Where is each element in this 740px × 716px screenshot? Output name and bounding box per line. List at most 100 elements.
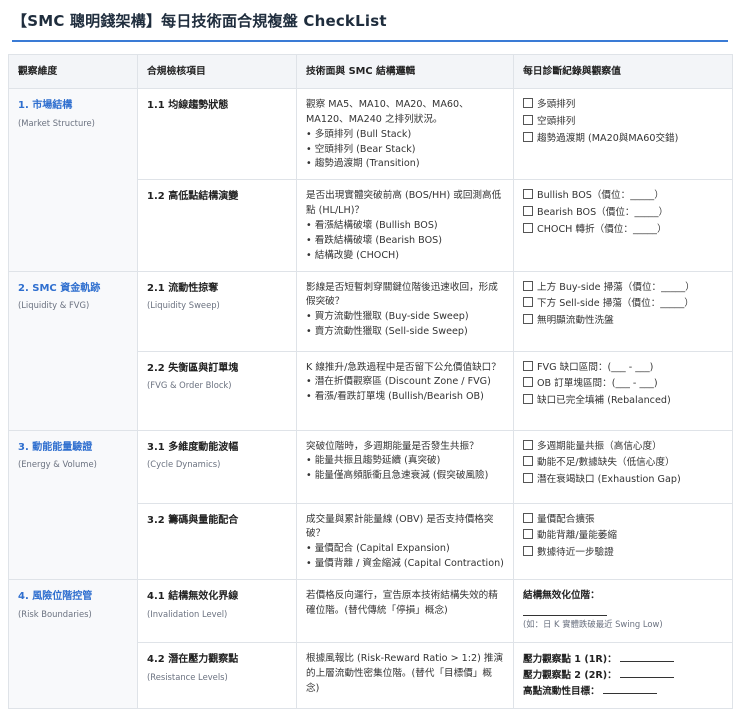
checkbox-icon[interactable] (523, 360, 533, 371)
observation-cell: 結構無效化位階： (如：日 K 實體跌破最近 Swing Low) (513, 579, 733, 644)
logic-bullet: • 量價背離 / 資金縮減 (Capital Contraction) (306, 558, 504, 570)
checkbox-item[interactable]: Bullish BOS（價位：_____） (523, 189, 723, 204)
resistance-input-line[interactable] (620, 652, 675, 663)
logic-text: 觀察 MA5、MA10、MA20、MA60、MA120、MA240 之排列狀況。 (306, 99, 469, 125)
checkbox-label: 多週期能量共振（高信心度） (537, 440, 662, 452)
item-title: 4.1 結構無效化界線 (147, 591, 239, 603)
observation-cell: 上方 Buy-side 掃蕩（價位：_____） 下方 Sell-side 掃蕩… (513, 270, 733, 352)
logic-bullet: • 能量共振且趨勢延續 (真突破) (306, 455, 441, 467)
checkbox-label: OB 訂單塊區間：(___ - ___) (537, 378, 658, 390)
checkbox-icon[interactable] (523, 314, 533, 325)
checkbox-label: 多頭排列 (537, 99, 576, 110)
dimension-subtitle: (Risk Boundaries) (18, 608, 92, 619)
logic-text: 突破位階時，多週期能量是否發生共振？ (306, 440, 479, 452)
checklist-table: 觀察維度 合規檢核項目 技術面與 SMC 結構邏輯 每日診斷紀錄與觀察值 1. … (8, 54, 733, 710)
checkbox-item[interactable]: 趨勢過渡期 (MA20與MA60交錯) (523, 131, 723, 147)
checkbox-icon[interactable] (523, 297, 533, 308)
checkbox-icon[interactable] (523, 512, 533, 523)
checkbox-icon[interactable] (523, 114, 533, 125)
item-subtitle: (FVG & Order Block) (147, 380, 232, 391)
checkbox-label: Bullish BOS（價位：_____） (537, 190, 664, 202)
dimension-cell: 4. 風險位階控管 (Risk Boundaries) (8, 579, 138, 710)
checkbox-item[interactable]: OB 訂單塊區間：(___ - ___) (523, 377, 723, 392)
observation-cell: 多頭排列 空頭排列 趨勢過渡期 (MA20與MA60交錯) (513, 87, 733, 181)
checkbox-icon[interactable] (523, 377, 533, 388)
resistance-label: 高點流動性目標： (523, 685, 600, 697)
checkbox-item[interactable]: 上方 Buy-side 掃蕩（價位：_____） (523, 280, 723, 296)
invalidation-label: 結構無效化位階： (523, 590, 600, 602)
checkbox-label: 數據待近一步驗證 (537, 547, 614, 559)
item-subtitle: (Invalidation Level) (147, 608, 228, 619)
checkbox-item[interactable]: 空頭排列 (523, 114, 723, 130)
checkbox-icon[interactable] (523, 280, 533, 291)
resistance-line: 高點流動性目標： (523, 684, 723, 700)
dimension-cell: 2. SMC 資金軌跡 (Liquidity & FVG) (8, 270, 138, 431)
checkbox-label: 上方 Buy-side 掃蕩（價位：_____） (537, 281, 695, 293)
table-row: 1. 市場結構 (Market Structure) 1.1 均線趨勢狀態 觀察… (8, 87, 733, 272)
logic-cell: 是否出現實體突破前高 (BOS/HH) 或回測高低點 (HL/LH)？ • 看漲… (296, 179, 514, 272)
checkbox-item[interactable]: 潛在衰竭缺口 (Exhaustion Gap) (523, 473, 723, 488)
checkbox-item[interactable]: 動能不足/數據缺失（低信心度） (523, 456, 723, 471)
checkbox-icon[interactable] (523, 131, 533, 142)
logic-bullet: • 賣方流動性獵取 (Sell-side Sweep) (306, 326, 468, 338)
checkbox-label: 動能不足/數據缺失（低信心度） (537, 457, 675, 469)
checkbox-item[interactable]: 無明顯流動性洗盤 (523, 314, 723, 329)
logic-cell: 成交量與累計能量線 (OBV) 是否支持價格突破？ • 量價配合 (Capita… (296, 502, 514, 581)
checkbox-icon[interactable] (523, 439, 533, 450)
checkbox-item[interactable]: Bearish BOS（價位：_____） (523, 206, 723, 221)
checkbox-icon[interactable] (523, 546, 533, 557)
dimension-subtitle: (Liquidity & FVG) (18, 300, 90, 311)
checkbox-item[interactable]: 缺口已完全填補 (Rebalanced) (523, 394, 723, 409)
checkbox-icon[interactable] (523, 189, 533, 200)
logic-text: 若價格反向運行，宣告原本技術結構失效的精確位階。(替代傳統「停損」概念) (306, 590, 498, 616)
checkbox-item[interactable]: FVG 缺口區間：(___ - ___) (523, 360, 723, 376)
checkbox-icon[interactable] (523, 456, 533, 467)
resistance-line: 壓力觀察點 2 (2R)： (523, 668, 723, 684)
checkbox-item[interactable]: 多週期能量共振（高信心度） (523, 439, 723, 455)
logic-bullet: • 看漲/看跌訂單塊 (Bullish/Bearish OB) (306, 391, 484, 403)
item-title: 3.2 籌碼與量能配合 (147, 514, 239, 526)
item-cell: 4.2 潛在壓力觀察點 (Resistance Levels) (137, 642, 297, 710)
checkbox-icon[interactable] (523, 473, 533, 484)
checkbox-icon[interactable] (523, 223, 533, 234)
checkbox-label: 動能背離/量能萎縮 (537, 530, 617, 542)
checkbox-item[interactable]: 數據待近一步驗證 (523, 546, 723, 561)
checkbox-item[interactable]: 量價配合擴張 (523, 512, 723, 528)
item-title: 1.1 均線趨勢狀態 (147, 100, 229, 111)
observation-cell: FVG 缺口區間：(___ - ___) OB 訂單塊區間：(___ - ___… (513, 350, 733, 431)
item-subtitle: (Liquidity Sweep) (147, 300, 220, 311)
checkbox-item[interactable]: 多頭排列 (523, 98, 723, 113)
logic-bullet: • 能量僅高頻脈衝且急速衰減 (假突破風險) (306, 470, 489, 482)
logic-text: K 線推升/急跌過程中是否留下公允價值缺口？ (306, 361, 501, 373)
item-title: 4.2 潛在壓力觀察點 (147, 654, 239, 666)
checkbox-icon[interactable] (523, 206, 533, 217)
item-cell: 2.2 失衡區與訂單塊 (FVG & Order Block) (137, 350, 297, 431)
invalidation-input-line[interactable] (523, 604, 607, 616)
header-check-item: 合規檢核項目 (137, 54, 297, 89)
checkbox-item[interactable]: CHOCH 轉折（價位：_____） (523, 223, 723, 238)
dimension-title: 1. 市場結構 (18, 100, 73, 111)
checkbox-icon[interactable] (523, 529, 533, 540)
dimension-title: 3. 動能能量驗證 (18, 441, 93, 453)
checkbox-label: CHOCH 轉折（價位：_____） (537, 224, 667, 236)
checkbox-icon[interactable] (523, 98, 533, 108)
checkbox-icon[interactable] (523, 394, 533, 405)
checkbox-item[interactable]: 動能背離/量能萎縮 (523, 529, 723, 544)
dimension-title: 2. SMC 資金軌跡 (18, 282, 101, 294)
checkbox-label: FVG 缺口區間：(___ - ___) (537, 361, 654, 373)
resistance-label: 壓力觀察點 2 (2R)： (523, 669, 617, 681)
logic-text: 成交量與累計能量線 (OBV) 是否支持價格突破？ (306, 513, 494, 540)
item-cell: 2.1 流動性掠奪 (Liquidity Sweep) (137, 270, 297, 352)
checkbox-item[interactable]: 下方 Sell-side 掃蕩（價位：_____） (523, 297, 723, 312)
checkbox-label: 潛在衰竭缺口 (Exhaustion Gap) (537, 474, 681, 486)
item-subtitle: (Cycle Dynamics) (147, 459, 221, 470)
table-row: 3. 動能能量驗證 (Energy & Volume) 3.1 多維度動能波幅 … (8, 429, 733, 581)
resistance-input-line[interactable] (620, 668, 675, 678)
logic-bullet: • 潛在折價觀察區 (Discount Zone / FVG) (306, 376, 491, 388)
item-title: 2.1 流動性掠奪 (147, 282, 219, 294)
item-title: 2.2 失衡區與訂單塊 (147, 362, 239, 374)
resistance-input-line[interactable] (603, 684, 658, 694)
logic-bullet: • 買方流動性獵取 (Buy-side Sweep) (306, 311, 469, 323)
logic-bullet: • 趨勢過渡期 (Transition) (306, 158, 420, 170)
logic-bullet: • 量價配合 (Capital Expansion) (306, 543, 450, 555)
